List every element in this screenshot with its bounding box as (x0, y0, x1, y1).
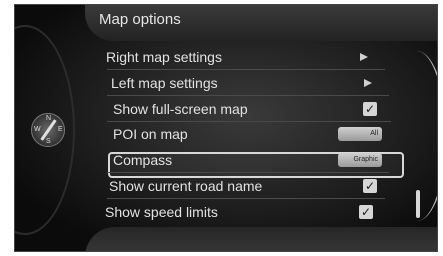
compass-south-label: S (46, 138, 51, 145)
menu-item-label: Show speed limits (105, 204, 218, 220)
compass-east-label: E (58, 126, 63, 133)
menu-item-label: Left map settings (111, 75, 218, 91)
divider (107, 172, 389, 173)
divider (107, 121, 391, 122)
menu-item-label: Show current road name (109, 178, 263, 194)
bottom-bar (85, 227, 437, 251)
menu-item-show-full-screen-map[interactable]: Show full-screen map ✓ (113, 98, 393, 120)
divider (107, 69, 385, 70)
divider (107, 198, 385, 199)
checkbox-checked-icon[interactable]: ✓ (363, 179, 377, 193)
menu-item-show-speed-limits[interactable]: Show speed limits ✓ (105, 201, 385, 223)
menu-item-show-current-road-name[interactable]: Show current road name ✓ (109, 175, 389, 197)
menu-item-label: Show full-screen map (113, 101, 248, 117)
compass-option-value[interactable]: Graphic (338, 153, 382, 167)
divider (107, 95, 389, 96)
map-options-screen: Map options N S E W Right map settings L… (14, 4, 438, 252)
menu-item-left-map-settings[interactable]: Left map settings (111, 72, 391, 94)
menu-item-label: POI on map (113, 126, 188, 142)
compass-west-label: W (34, 126, 41, 133)
menu-item-compass[interactable]: Compass Graphic (113, 149, 397, 171)
page-title: Map options (99, 11, 181, 28)
menu-item-poi-on-map[interactable]: POI on map All (113, 123, 397, 145)
menu-item-right-map-settings[interactable]: Right map settings (106, 46, 386, 68)
chevron-right-icon (364, 79, 372, 87)
compass-icon: N S E W (31, 113, 65, 147)
menu-item-label: Compass (113, 152, 173, 168)
checkbox-checked-icon[interactable]: ✓ (359, 205, 373, 219)
poi-option-value[interactable]: All (338, 127, 382, 141)
scrollbar-thumb[interactable] (416, 190, 420, 218)
menu-item-label: Right map settings (106, 49, 222, 65)
chevron-right-icon (360, 53, 368, 61)
checkbox-checked-icon[interactable]: ✓ (363, 102, 377, 116)
compass-north-label: N (46, 115, 52, 122)
